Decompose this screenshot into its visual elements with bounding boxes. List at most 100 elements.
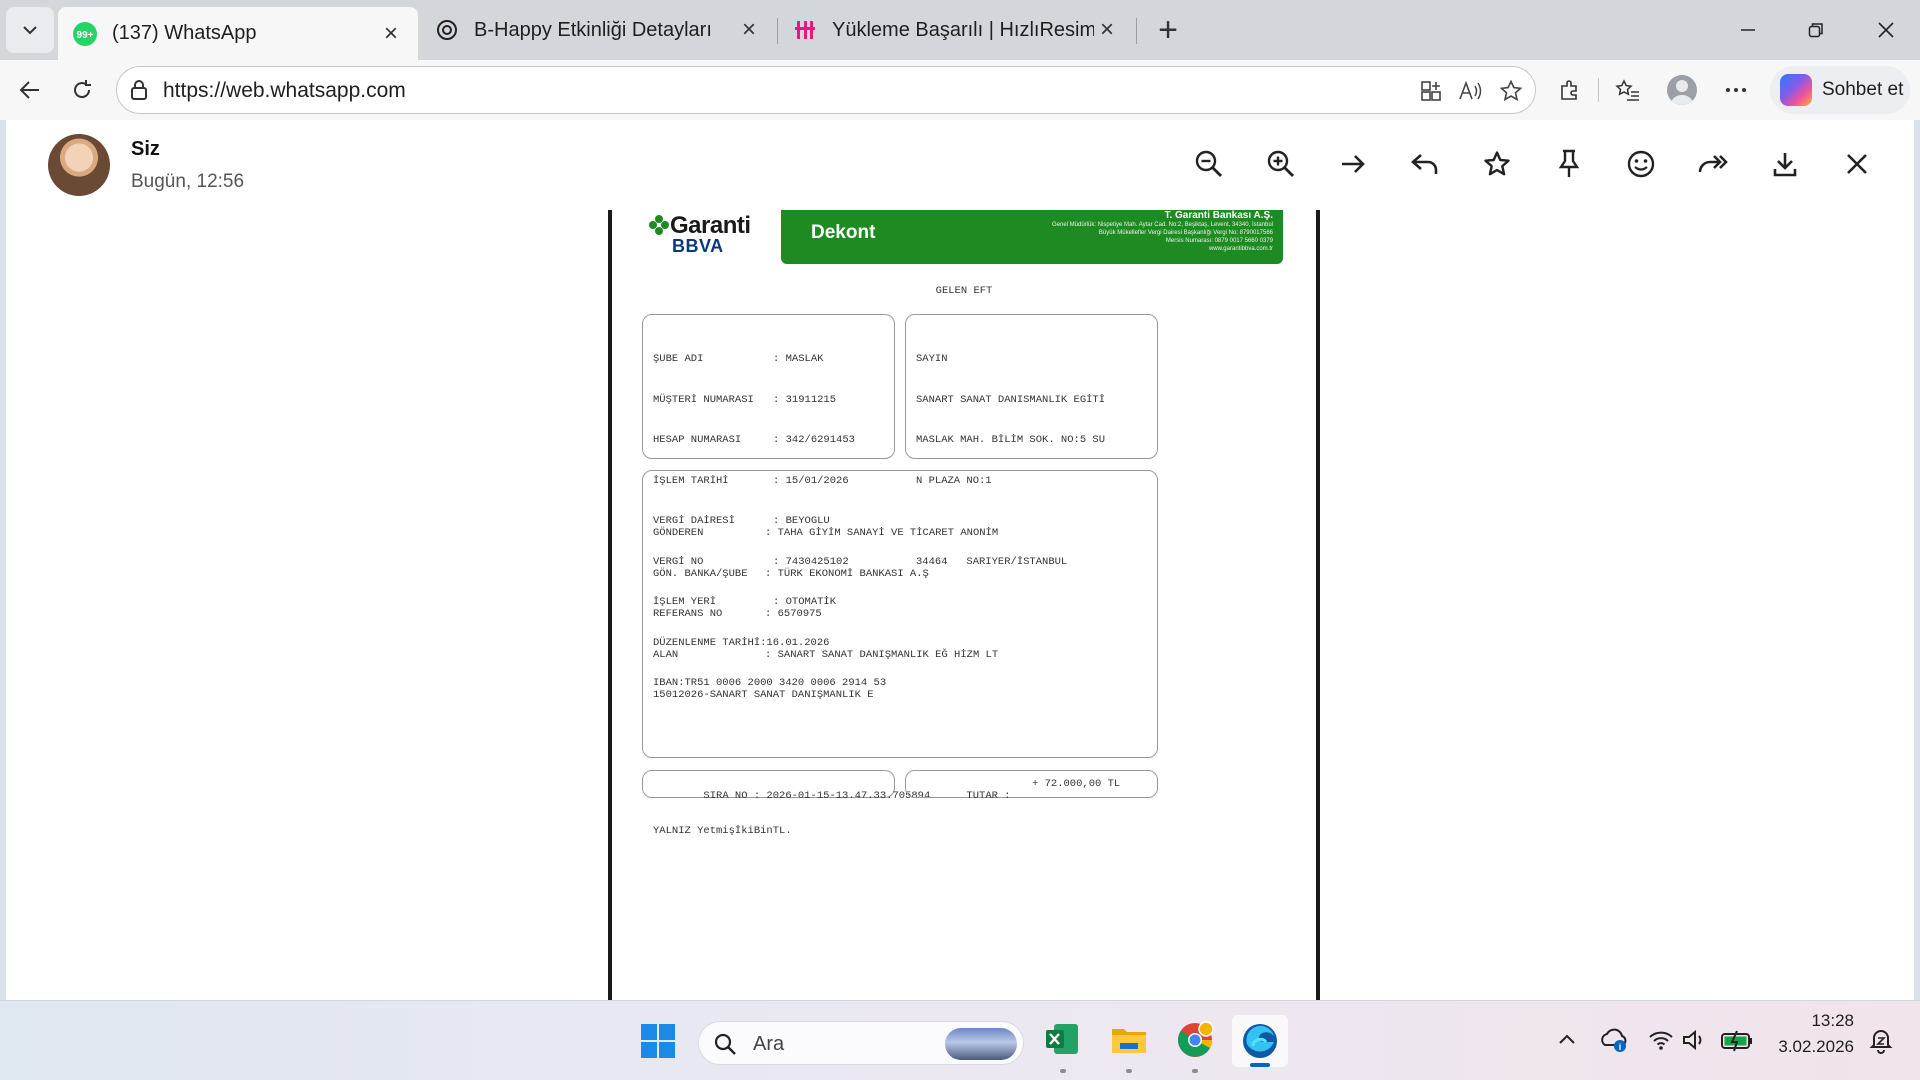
arrow-right-icon <box>1342 155 1365 173</box>
sender-name: Siz <box>131 138 160 160</box>
account-info-row: MÜŞTERİ NUMARASI: 31911215 <box>653 393 837 406</box>
app-available-icon[interactable] <box>1417 77 1445 105</box>
taskbar-chrome[interactable] <box>1176 1021 1214 1059</box>
windows-logo-icon <box>641 1024 675 1058</box>
favorite-star-icon[interactable] <box>1497 77 1525 105</box>
close-tab-icon[interactable]: × <box>1094 16 1120 43</box>
sequence-number-box: SIRA NO : 2026-01-15-13.47.33.705894 <box>642 770 930 802</box>
tray-battery[interactable] <box>1720 1025 1754 1055</box>
battery-charging-icon <box>1721 1030 1752 1052</box>
notification-center-button[interactable] <box>1866 1025 1896 1055</box>
profile-avatar-icon <box>1667 75 1697 105</box>
transfer-description: 15012026-SANART SANAT DANIŞMANLIK E <box>653 689 874 701</box>
account-info-box: ŞUBE ADI: MASLAK MÜŞTERİ NUMARASI: 31911… <box>642 314 895 689</box>
svg-text:i: i <box>1619 1042 1622 1052</box>
taskbar-edge[interactable] <box>1232 1015 1288 1067</box>
back-button[interactable] <box>10 70 50 110</box>
settings-more-button[interactable] <box>1716 70 1756 110</box>
toolbar-divider <box>1598 78 1599 102</box>
refresh-icon <box>74 80 91 99</box>
amount-label: TUTAR : <box>966 790 1011 802</box>
restore-button[interactable] <box>1786 8 1846 52</box>
close-viewer-button[interactable] <box>1835 142 1879 186</box>
show-hidden-icons-button[interactable] <box>1552 1025 1582 1055</box>
zoom-out-button[interactable] <box>1187 142 1231 186</box>
pin-icon <box>1558 149 1580 177</box>
sender-avatar[interactable] <box>48 134 110 196</box>
copilot-chat-button[interactable]: Sohbet et <box>1770 66 1910 114</box>
media-viewer-header: Siz Bugün, 12:56 <box>6 120 1914 210</box>
close-window-button[interactable] <box>1856 8 1916 52</box>
start-button[interactable] <box>640 1023 676 1059</box>
transfer-details-box: GÖNDEREN: TAHA GİYİM SANAYİ VE TİCARET A… <box>642 470 1158 837</box>
puzzle-icon <box>1561 80 1577 100</box>
go-to-message-button[interactable] <box>1331 142 1375 186</box>
star-button[interactable] <box>1475 142 1519 186</box>
restore-icon <box>1808 23 1823 38</box>
tab-hizliresim[interactable]: Yükleme Başarılı | HızlıResim × <box>778 7 1134 53</box>
minimize-icon <box>1741 29 1755 31</box>
speaker-icon <box>1683 1029 1702 1051</box>
bank-address: Genel Müdürlük: Nispetiye Mah. Aytar Cad… <box>973 221 1273 253</box>
close-icon <box>1878 22 1894 38</box>
react-button[interactable] <box>1619 142 1663 186</box>
dekont-banner: Dekont T. Garanti Bankası A.Ş. Genel Müd… <box>781 210 1283 264</box>
close-tab-icon[interactable]: × <box>378 20 404 47</box>
url-text[interactable]: https://web.whatsapp.com <box>163 79 406 103</box>
bank-address-line: www.garantibbva.com.tr <box>1208 246 1273 252</box>
bank-address-line: Genel Müdürlük: Nispetiye Mah. Aytar Cad… <box>1051 222 1273 228</box>
extensions-button[interactable] <box>1550 70 1590 110</box>
account-info-row: ŞUBE ADI: MASLAK <box>653 353 824 365</box>
whatsapp-icon: 99+ <box>72 21 98 47</box>
active-app-indicator <box>1250 1063 1270 1067</box>
tray-volume[interactable] <box>1680 1025 1710 1055</box>
chrome-icon <box>1178 1021 1214 1057</box>
zoom-in-button[interactable] <box>1259 142 1303 186</box>
unread-badge: 99+ <box>77 30 94 41</box>
search-highlight-image <box>945 1028 1017 1060</box>
clock-date[interactable]: 3.02.2026 <box>1764 1037 1854 1057</box>
new-tab-button[interactable]: + <box>1150 11 1186 49</box>
zoom-in-icon <box>1267 150 1294 177</box>
transfer-info-row: ALAN: SANART SANAT DANIŞMANLIK EĞ HİZM L… <box>653 648 999 661</box>
bank-address-line: Büyük Mükellefler Vergi Dairesi Başkanlı… <box>1098 230 1273 236</box>
zoom-out-icon <box>1195 150 1222 177</box>
recipient-line: SAYIN <box>916 353 948 365</box>
profile-button[interactable] <box>1662 70 1702 110</box>
arrow-left-icon <box>19 81 39 99</box>
message-timestamp: Bugün, 12:56 <box>131 171 245 192</box>
download-icon <box>1773 153 1797 177</box>
receipt-image[interactable]: Garanti BBVA Dekont T. Garanti Bankası A… <box>608 210 1320 1000</box>
read-aloud-icon[interactable] <box>1457 77 1485 105</box>
wifi-icon <box>1649 1031 1673 1050</box>
account-info-row: HESAP NUMARASI: 342/6291453 <box>653 434 855 446</box>
refresh-button[interactable] <box>62 70 102 110</box>
tray-wifi[interactable] <box>1646 1025 1676 1055</box>
lock-icon <box>129 79 149 106</box>
reply-button[interactable] <box>1403 142 1447 186</box>
recipient-line: SANART SANAT DANISMANLIK EGİTİ <box>916 393 1106 406</box>
star-icon <box>1484 151 1510 176</box>
receipt-document: Garanti BBVA Dekont T. Garanti Bankası A… <box>612 210 1316 1000</box>
tab-whatsapp[interactable]: 99+ (137) WhatsApp × <box>58 7 418 60</box>
forward-icon <box>1698 155 1728 173</box>
taskbar-search-box[interactable]: Ara <box>698 1021 1024 1065</box>
forward-button[interactable] <box>1691 142 1735 186</box>
tab-b-happy[interactable]: B-Happy Etkinliği Detayları × <box>420 7 776 53</box>
amount-value: + 72.000,00 TL <box>1032 778 1121 790</box>
tab-actions-menu-button[interactable] <box>6 7 54 53</box>
minimize-button[interactable] <box>1718 8 1778 52</box>
tab-title: (137) WhatsApp <box>112 22 257 44</box>
taskbar-file-explorer[interactable] <box>1110 1021 1148 1057</box>
close-tab-icon[interactable]: × <box>736 16 762 43</box>
tab-title: Yükleme Başarılı | HızlıResim <box>832 18 1094 41</box>
bank-address-line: Mersis Numarası: 0879 0017 5660 0379 <box>1165 238 1273 244</box>
clock-time[interactable]: 13:28 <box>1764 1011 1854 1031</box>
download-button[interactable] <box>1763 142 1807 186</box>
notification-bell-icon <box>1869 1030 1893 1054</box>
address-bar[interactable]: https://web.whatsapp.com <box>116 66 1536 114</box>
pin-button[interactable] <box>1547 142 1591 186</box>
tray-onedrive[interactable]: i <box>1598 1025 1630 1055</box>
favorites-button[interactable] <box>1608 70 1648 110</box>
taskbar-excel[interactable] <box>1044 1021 1080 1057</box>
